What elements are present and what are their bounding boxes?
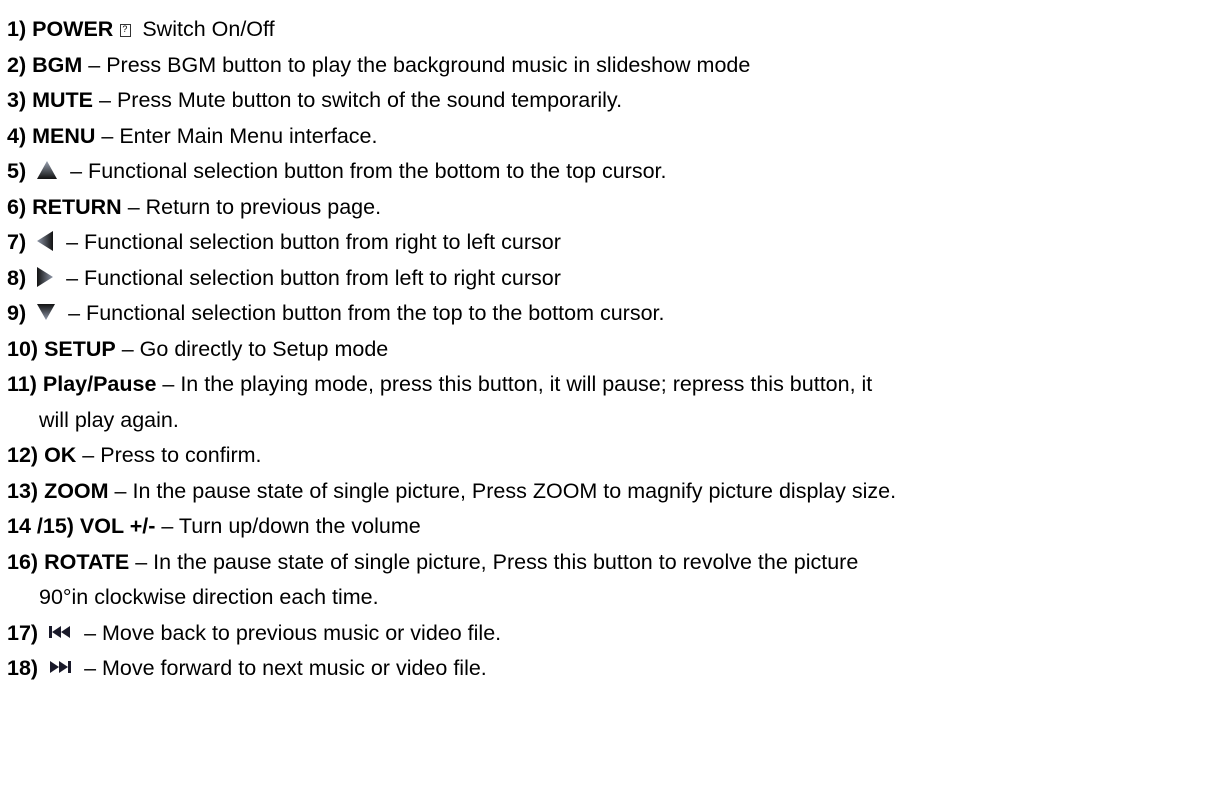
list-item: 2) BGM – Press BGM button to play the ba… — [7, 48, 1206, 84]
item-number: 16) — [7, 549, 39, 574]
list-item: 8) – Functional selection button from lef… — [7, 261, 1206, 297]
item-description: – In the pause state of single picture, … — [114, 478, 897, 503]
item-number: 5) — [7, 159, 27, 183]
list-item: 5) – Functional selection button from the… — [7, 154, 1206, 190]
list-item: 14 /15) VOL +/- – Turn up/down the volum… — [7, 509, 1206, 545]
button-keyword: RETURN — [32, 194, 122, 219]
item-description: – Go directly to Setup mode — [121, 336, 389, 361]
item-description: – Functional selection button from the t… — [68, 301, 665, 325]
button-keyword: MENU — [32, 123, 96, 148]
item-description: – Move back to previous music or video f… — [84, 620, 502, 645]
down-triangle-icon — [36, 303, 56, 321]
item-number: 8) — [7, 265, 27, 290]
item-description: – Press BGM button to play the backgroun… — [88, 52, 751, 77]
item-description: – Functional selection button from the b… — [70, 159, 667, 183]
item-description-continued: 90°in clockwise direction each time. — [39, 585, 379, 609]
up-triangle-icon — [36, 160, 58, 180]
list-item: 1) POWER Switch On/Off — [7, 12, 1206, 48]
item-number: 10) — [7, 336, 39, 361]
button-keyword: Play/Pause — [42, 372, 157, 396]
button-keyword: SETUP — [44, 336, 116, 361]
item-number: 6) — [7, 194, 27, 219]
list-item: 12) OK – Press to confirm. — [7, 438, 1206, 474]
item-description: – Functional selection button from left … — [66, 265, 561, 290]
item-description: – Return to previous page. — [127, 194, 382, 219]
item-number: 13) — [7, 478, 39, 503]
left-triangle-icon — [36, 230, 54, 252]
item-number: 7) — [7, 230, 27, 254]
list-item: 10) SETUP – Go directly to Setup mode — [7, 332, 1206, 368]
item-description: – In the pause state of single picture, … — [135, 549, 859, 574]
list-item: 16) ROTATE – In the pause state of singl… — [7, 545, 1197, 616]
button-keyword: POWER — [32, 17, 114, 41]
list-item: 7) – Functional selection button from rig… — [7, 225, 1206, 261]
item-number: 1) — [7, 17, 27, 41]
item-number: 9) — [7, 301, 27, 325]
item-number: 12) — [7, 443, 39, 467]
missing-glyph-icon — [120, 19, 132, 39]
item-description: – In the playing mode, press this button… — [162, 372, 873, 396]
list-item: 4) MENU – Enter Main Menu interface. — [7, 119, 1206, 155]
button-function-list: 1) POWER Switch On/Off 2) BGM – Press BGM… — [0, 0, 1206, 789]
button-keyword: ZOOM — [44, 478, 109, 503]
item-description: – Press Mute button to switch of the sou… — [99, 88, 623, 112]
button-keyword: ROTATE — [44, 549, 130, 574]
item-description: Switch On/Off — [142, 17, 275, 41]
list-item: 3) MUTE – Press Mute button to switch of… — [7, 83, 1206, 119]
item-number: 4) — [7, 123, 27, 148]
button-keyword: VOL +/- — [79, 514, 156, 538]
skip-next-icon — [48, 659, 72, 675]
button-keyword: BGM — [32, 52, 83, 77]
list-item: 13) ZOOM – In the pause state of single … — [7, 474, 1206, 510]
item-description-continued: will play again. — [39, 407, 179, 432]
skip-previous-icon — [48, 624, 72, 640]
item-description: – Functional selection button from right… — [66, 230, 561, 254]
item-description: – Turn up/down the volume — [161, 514, 421, 538]
item-number: 17) — [7, 620, 39, 645]
list-item: 11) Play/Pause – In the playing mode, pr… — [7, 367, 1197, 438]
button-keyword: MUTE — [32, 88, 94, 112]
list-item: 6) RETURN – Return to previous page. — [7, 190, 1206, 226]
list-item: 18) – Move forward to next music or video… — [7, 651, 1206, 687]
item-description: – Move forward to next music or video fi… — [84, 656, 487, 680]
right-triangle-icon — [36, 266, 54, 288]
item-number: 11) — [7, 372, 37, 396]
list-item: 17) – Move back to previous music or vide… — [7, 616, 1206, 652]
button-keyword: OK — [44, 443, 77, 467]
item-number: 2) — [7, 52, 27, 77]
item-description: – Press to confirm. — [82, 443, 262, 467]
item-number: 14 /15) — [7, 514, 74, 538]
list-item: 9) – Functional selection button from the… — [7, 296, 1206, 332]
item-number: 18) — [7, 656, 39, 680]
item-number: 3) — [7, 88, 27, 112]
item-description: – Enter Main Menu interface. — [101, 123, 378, 148]
